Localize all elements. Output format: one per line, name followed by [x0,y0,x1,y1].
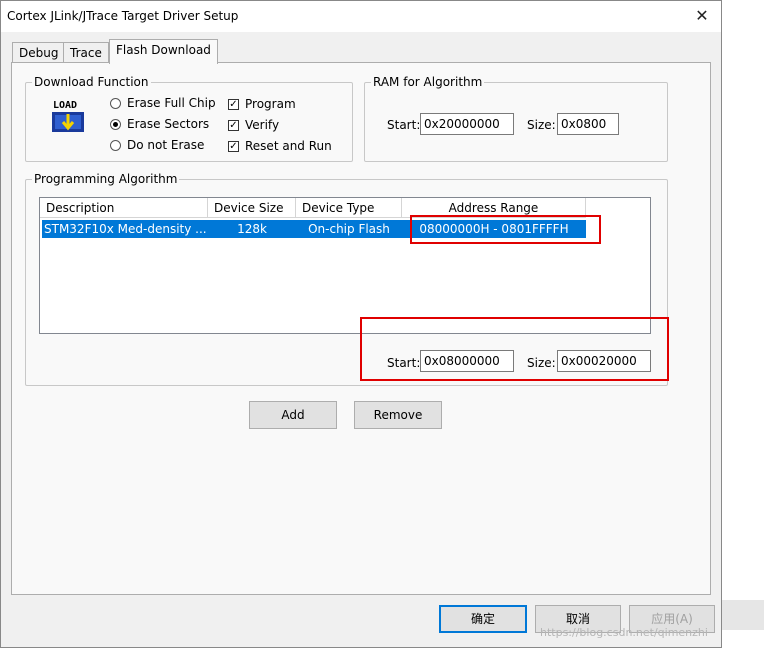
remove-button[interactable]: Remove [354,401,442,429]
ram-size-input[interactable]: 0x0800 [557,113,619,135]
radio-indicator [110,139,121,151]
load-icon-label: LOAD [53,100,78,111]
load-icon: LOAD [51,100,85,134]
checkmark-icon: ✓ [228,119,239,131]
erase-full-chip-radio[interactable]: Erase Full Chip [110,96,216,110]
radio-label: Erase Full Chip [127,96,216,110]
close-icon[interactable]: ✕ [691,6,713,26]
checkbox-label: Reset and Run [245,139,332,153]
radio-label: Do not Erase [127,138,205,152]
background-window-strip [722,600,764,630]
cell-device-type: On-chip Flash [308,222,390,236]
program-checkbox[interactable]: ✓ Program [228,97,296,111]
ram-for-algorithm-legend: RAM for Algorithm [373,75,483,89]
erase-sectors-radio[interactable]: Erase Sectors [110,117,209,131]
ram-start-input[interactable]: 0x20000000 [420,113,514,135]
ram-size-label: Size: [527,118,556,132]
tab-trace[interactable]: Trace [63,42,109,63]
ok-button[interactable]: 确定 [439,605,527,633]
checkbox-label: Program [245,97,296,111]
radio-indicator [110,118,121,130]
column-header-device-size[interactable]: Device Size [208,198,296,218]
column-header-device-type[interactable]: Device Type [296,198,402,218]
watermark: https://blog.csdn.net/qimenzhi [540,626,708,639]
ram-start-label: Start: [387,118,421,132]
verify-checkbox[interactable]: ✓ Verify [228,118,279,132]
start-size-highlight [360,317,669,381]
checkmark-icon: ✓ [228,98,239,110]
reset-and-run-checkbox[interactable]: ✓ Reset and Run [228,139,332,153]
window-title: Cortex JLink/JTrace Target Driver Setup [7,9,239,23]
download-function-legend: Download Function [34,75,149,89]
checkbox-label: Verify [245,118,280,132]
tab-flash-download[interactable]: Flash Download [109,39,218,64]
tab-debug[interactable]: Debug [12,42,66,63]
radio-label: Erase Sectors [127,117,210,131]
address-range-highlight [410,215,601,244]
add-button[interactable]: Add [249,401,337,429]
title-bar: Cortex JLink/JTrace Target Driver Setup … [1,1,721,32]
column-header-description[interactable]: Description [40,198,208,218]
checkmark-icon: ✓ [228,140,239,152]
cell-description: STM32F10x Med-density ... [44,222,207,236]
cell-device-size: 128k [237,222,267,236]
radio-indicator [110,97,121,109]
do-not-erase-radio[interactable]: Do not Erase [110,138,204,152]
programming-algorithm-legend: Programming Algorithm [34,172,178,186]
